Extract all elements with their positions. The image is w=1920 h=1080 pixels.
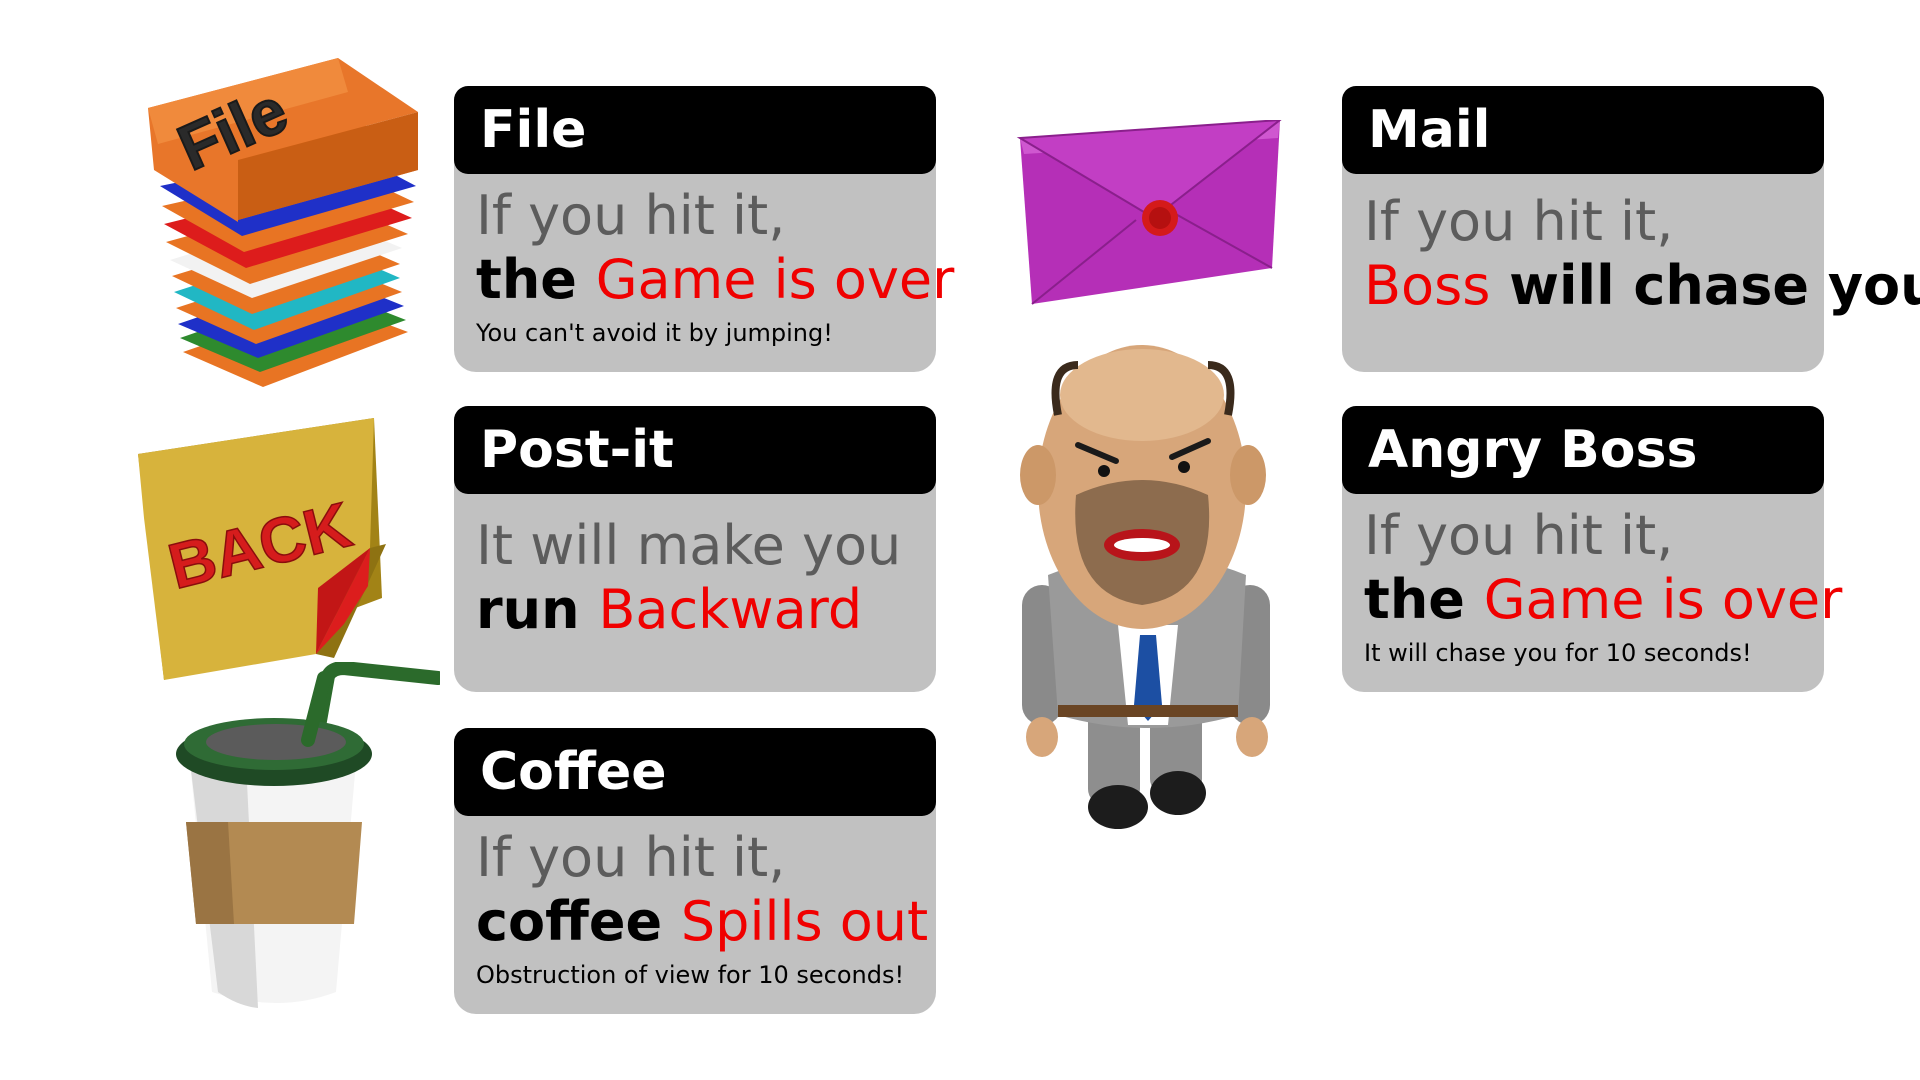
angry-boss-line2-highlight: Game is over: [1483, 568, 1843, 631]
angry-boss-line1: If you hit it,: [1364, 504, 1674, 567]
mail-line2-plain: will chase you: [1490, 254, 1920, 317]
post-it-line2: run Backward: [476, 578, 936, 642]
angry-boss-character: [1020, 345, 1270, 829]
coffee-line2: coffee Spills out: [476, 890, 936, 954]
coffee-card-body: If you hit it, coffee Spills out Obstruc…: [454, 800, 936, 1014]
file-line2-plain: the: [476, 248, 596, 311]
post-it-card-title: Post-it: [454, 406, 936, 494]
coffee-note: Obstruction of view for 10 seconds!: [476, 961, 905, 989]
angry-boss-card-body: If you hit it, the Game is over It will …: [1342, 478, 1842, 692]
file-note: You can't avoid it by jumping!: [476, 319, 833, 347]
file-card-body: If you hit it, the Game is over You can'…: [454, 158, 954, 372]
post-it-card-body: It will make you run Backward: [454, 478, 936, 692]
coffee-line2-highlight: Spills out: [680, 890, 929, 953]
post-it-line2-plain: run: [476, 578, 599, 641]
angry-boss-card: Angry Boss If you hit it, the Game is ov…: [1342, 406, 1842, 692]
post-it-card: Post-it It will make you run Backward: [454, 406, 936, 692]
file-card-title: File: [454, 86, 936, 174]
coffee-line1: If you hit it,: [476, 826, 786, 889]
mail-line2: Boss will chase you: [1364, 254, 1920, 318]
mail-card: Mail If you hit it, Boss will chase you: [1342, 86, 1920, 372]
mail-line2-highlight: Boss: [1364, 254, 1491, 317]
coffee-card: Coffee If you hit it, coffee Spills out …: [454, 728, 936, 1014]
coffee-line2-plain: coffee: [476, 890, 681, 953]
post-it-line1: It will make you: [476, 514, 902, 577]
post-it-icon: BACK: [138, 418, 386, 680]
mail-card-title: Mail: [1342, 86, 1824, 174]
file-stack-icon: File: [148, 58, 418, 387]
file-line2-highlight: Game is over: [595, 248, 955, 311]
coffee-card-title: Coffee: [454, 728, 936, 816]
angry-boss-note: It will chase you for 10 seconds!: [1364, 639, 1752, 667]
envelope-icon: [1016, 120, 1282, 305]
file-line2: the Game is over: [476, 248, 954, 312]
post-it-line2-highlight: Backward: [598, 578, 863, 641]
mail-line1: If you hit it,: [1364, 190, 1674, 253]
coffee-cup-icon: [176, 662, 440, 1008]
angry-boss-card-title: Angry Boss: [1342, 406, 1824, 494]
angry-boss-line2-plain: the: [1364, 568, 1484, 631]
mail-card-body: If you hit it, Boss will chase you: [1342, 158, 1920, 372]
angry-boss-line2: the Game is over: [1364, 568, 1842, 632]
file-line1: If you hit it,: [476, 184, 786, 247]
file-card: File If you hit it, the Game is over You…: [454, 86, 954, 372]
